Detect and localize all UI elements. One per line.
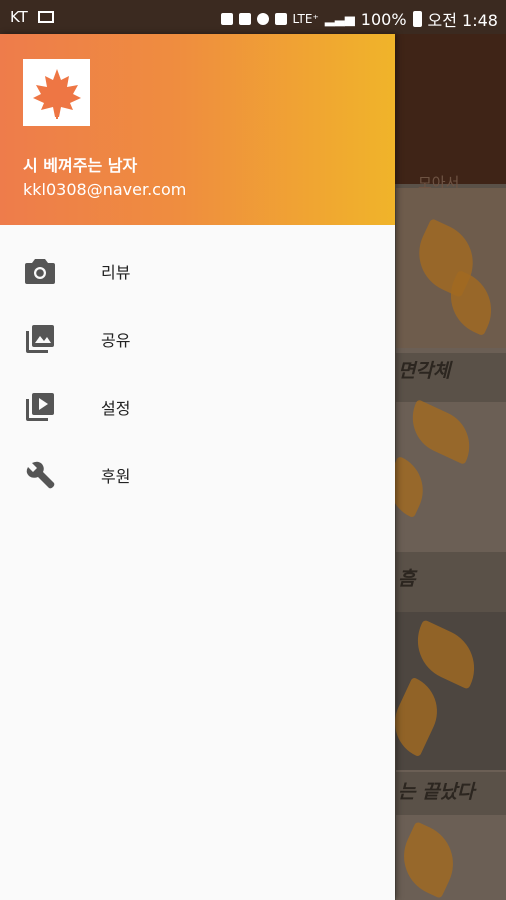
drawer-header: 시 베껴주는 남자 kkl0308@naver.com [0, 34, 395, 225]
user-email: kkl0308@naver.com [23, 180, 187, 199]
camera-icon [24, 255, 56, 287]
mute-icon [238, 13, 251, 25]
menu-item-label: 후원 [101, 467, 131, 486]
navigation-drawer: 시 베껴주는 남자 kkl0308@naver.com 리뷰 공유 설정 후원 [0, 34, 395, 900]
maple-leaf-icon [32, 68, 81, 119]
video-library-icon [24, 391, 56, 423]
clock: 오전 1:48 [427, 11, 498, 30]
background-card[interactable] [396, 188, 506, 353]
menu-item-settings[interactable]: 설정 [0, 373, 395, 441]
background-caption: 면각체 [398, 360, 451, 382]
carrier-label: KT [10, 8, 28, 26]
background-card[interactable] [383, 612, 506, 772]
signal-icon: ▂▃▅ [324, 11, 355, 27]
menu-item-label: 공유 [101, 331, 131, 350]
battery-icon [412, 11, 422, 27]
photo-library-icon [24, 323, 56, 355]
menu-item-review[interactable]: 리뷰 [0, 237, 395, 305]
hd-icon [274, 13, 287, 25]
menu-item-share[interactable]: 공유 [0, 305, 395, 373]
battery-label: 100% [360, 9, 407, 29]
image-notification-icon [37, 11, 54, 23]
menu-item-donate[interactable]: 후원 [0, 441, 395, 509]
menu-item-label: 설정 [101, 399, 131, 418]
app-logo[interactable] [23, 59, 90, 126]
network-label: LTE⁺ [292, 12, 319, 26]
background-card[interactable] [377, 399, 506, 552]
drawer-menu: 리뷰 공유 설정 후원 [0, 237, 395, 509]
sim-icon [220, 13, 233, 25]
background-caption: 는 끝났다 [398, 781, 475, 803]
wrench-icon [24, 459, 56, 491]
status-bar: KT LTE⁺ ▂▃▅ 100% 오전 1:48 [0, 0, 506, 34]
background-caption: 흠 [398, 568, 416, 590]
background-card[interactable] [390, 815, 506, 900]
alarm-icon [256, 13, 269, 25]
menu-item-label: 리뷰 [101, 263, 131, 282]
user-name: 시 베껴주는 남자 [23, 156, 138, 175]
